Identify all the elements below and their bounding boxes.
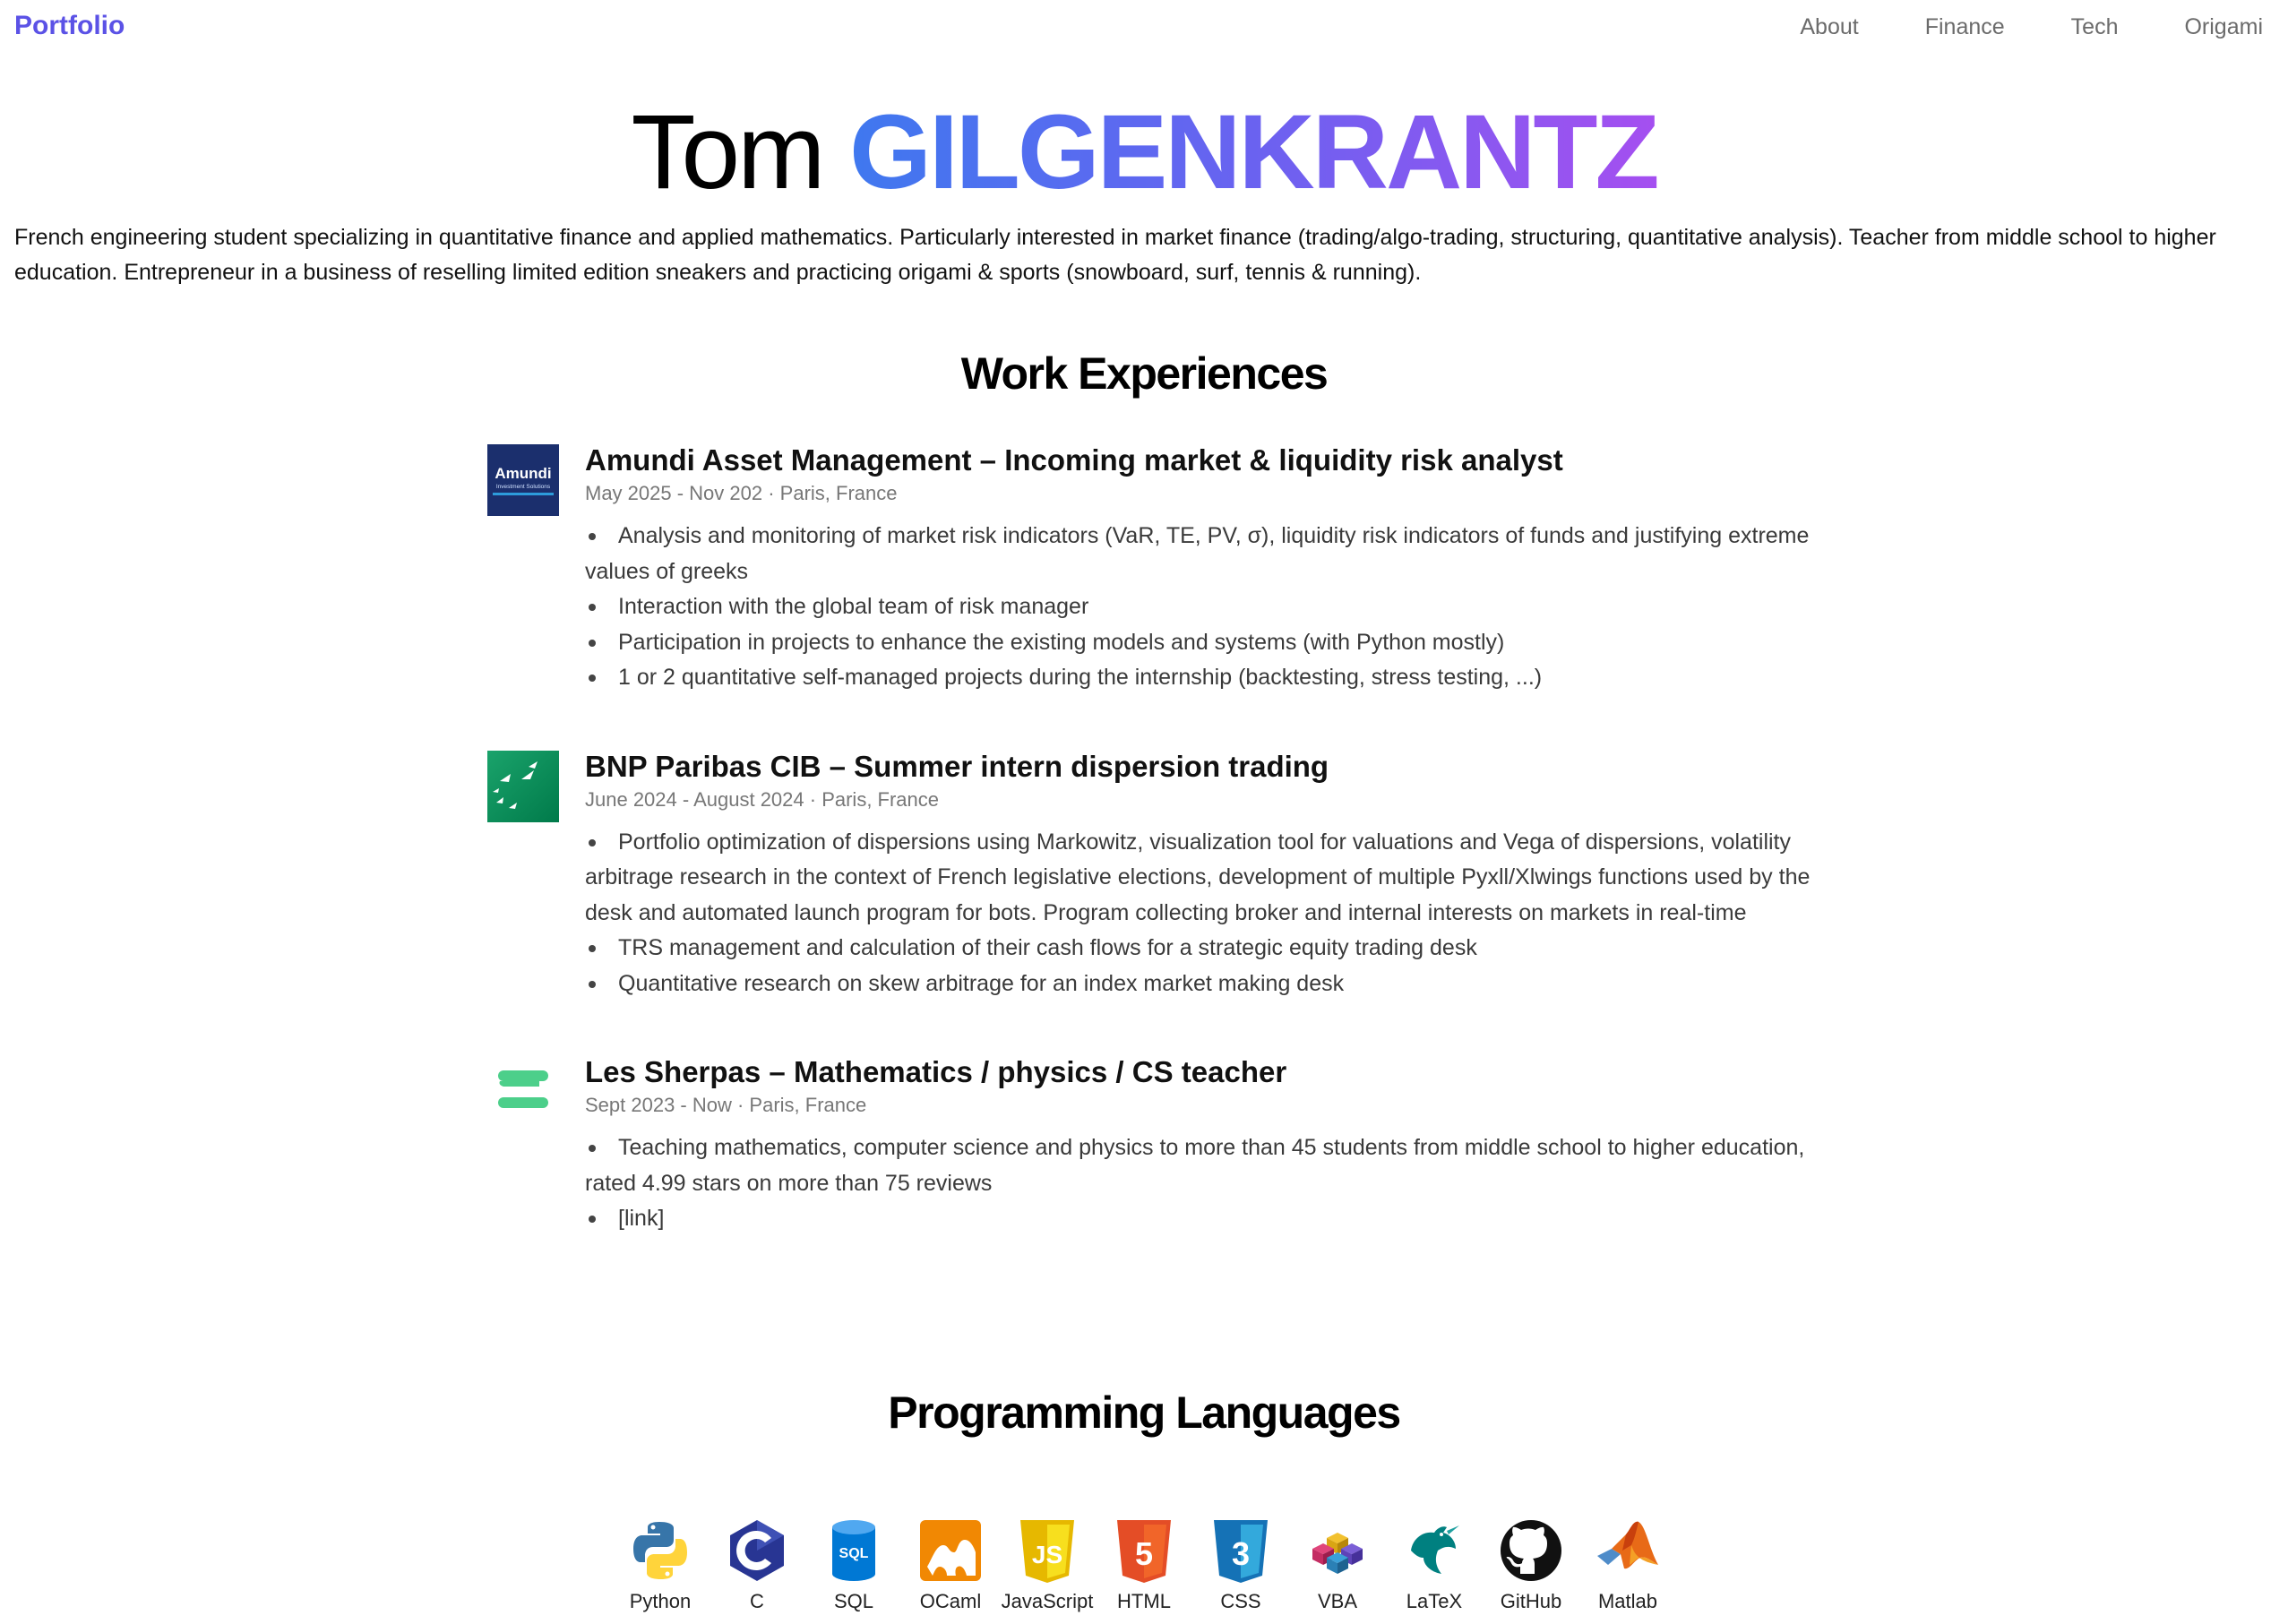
- experience-meta: Sept 2023 - Now · Paris, France: [585, 1094, 867, 1116]
- javascript-icon: JS: [1020, 1520, 1074, 1583]
- sherpas-link[interactable]: [link]: [618, 1206, 664, 1231]
- experience-item: Amundi Investment Solutions Amundi Asset…: [487, 441, 1813, 696]
- language-name: GitHub: [1500, 1590, 1562, 1612]
- languages-list: Python C SQL SQL OCaml JS JavaScript 5 H…: [0, 1517, 2288, 1613]
- language-name: OCaml: [919, 1590, 982, 1612]
- css-icon: 3: [1214, 1520, 1268, 1583]
- experience-bullet: Analysis and monitoring of market risk i…: [585, 519, 1813, 589]
- bnp-paribas-logo: [487, 750, 559, 822]
- amundi-logo: Amundi Investment Solutions: [487, 444, 559, 516]
- experience-bullet: Portfolio optimization of dispersions us…: [585, 825, 1813, 932]
- svg-text:5: 5: [1135, 1535, 1153, 1572]
- experience-meta: May 2025 - Nov 202 · Paris, France: [585, 482, 898, 504]
- language-name: LaTeX: [1406, 1590, 1463, 1612]
- experience-title: Amundi Asset Management – Incoming marke…: [585, 443, 1563, 477]
- nav-link-about[interactable]: About: [1800, 14, 1858, 40]
- language-name: SQL: [833, 1590, 874, 1612]
- experience-bullet: Teaching mathematics, computer science a…: [585, 1130, 1813, 1201]
- language-item: LaTeX: [1386, 1517, 1483, 1613]
- language-item: SQL SQL: [805, 1517, 902, 1613]
- nav-link-finance[interactable]: Finance: [1925, 14, 2005, 40]
- work-experience-list: Amundi Investment Solutions Amundi Asset…: [487, 441, 1813, 1237]
- experience-item: BNP Paribas CIB – Summer intern dispersi…: [487, 747, 1813, 1002]
- experience-bullets: Teaching mathematics, computer science a…: [585, 1130, 1813, 1237]
- language-item: C: [709, 1517, 805, 1613]
- language-item: Python: [612, 1517, 709, 1613]
- language-item: 3 CSS: [1192, 1517, 1289, 1613]
- c-icon: [730, 1520, 784, 1581]
- svg-text:3: 3: [1232, 1535, 1250, 1572]
- experience-bullet: Participation in projects to enhance the…: [585, 625, 1813, 661]
- experience-bullet: Quantitative research on skew arbitrage …: [585, 967, 1813, 1002]
- language-name: HTML: [1117, 1590, 1171, 1612]
- experience-bullet: [link]: [585, 1201, 1813, 1237]
- ocaml-icon: [920, 1520, 981, 1581]
- language-item: 5 HTML: [1096, 1517, 1192, 1613]
- language-item: Matlab: [1579, 1517, 1676, 1613]
- language-name: Python: [629, 1590, 692, 1612]
- brand-link[interactable]: Portfolio: [14, 11, 125, 41]
- language-name: Matlab: [1597, 1590, 1658, 1612]
- experience-item: Les Sherpas – Mathematics / physics / CS…: [487, 1053, 1813, 1237]
- python-icon: [633, 1522, 687, 1579]
- language-name: CSS: [1220, 1590, 1261, 1612]
- hero-name: Tom GILGENKRANTZ: [0, 94, 2288, 211]
- sql-icon: SQL: [832, 1520, 875, 1581]
- language-name: VBA: [1317, 1590, 1358, 1612]
- intro-text: French engineering student specializing …: [14, 225, 2216, 285]
- vba-icon: [1312, 1533, 1363, 1574]
- github-icon: [1501, 1520, 1561, 1581]
- nav-link-origami[interactable]: Origami: [2184, 14, 2263, 40]
- experience-bullets: Analysis and monitoring of market risk i…: [585, 519, 1813, 696]
- hero-first-name: Tom: [631, 93, 825, 211]
- les-sherpas-logo: [498, 1070, 548, 1108]
- work-section-title: Work Experiences: [960, 348, 1329, 399]
- svg-text:JS: JS: [1032, 1541, 1062, 1568]
- experience-bullet: 1 or 2 quantitative self-managed project…: [585, 660, 1813, 696]
- experience-bullet: Interaction with the global team of risk…: [585, 589, 1813, 625]
- language-name: C: [750, 1590, 764, 1612]
- language-item: OCaml: [902, 1517, 999, 1613]
- hero-last-name: GILGENKRANTZ: [849, 93, 1659, 211]
- language-item: VBA: [1289, 1517, 1386, 1613]
- language-item: JS JavaScript: [999, 1517, 1096, 1613]
- matlab-icon: [1597, 1521, 1658, 1569]
- experience-meta: June 2024 - August 2024 · Paris, France: [585, 787, 940, 811]
- nav-links: About Finance Tech Origami: [1800, 14, 2263, 40]
- language-item: GitHub: [1483, 1517, 1579, 1613]
- experience-bullet: TRS management and calculation of their …: [585, 931, 1813, 967]
- language-name: JavaScript: [1001, 1590, 1094, 1612]
- amundi-logo-text: Amundi: [495, 465, 551, 482]
- latex-icon: [1411, 1525, 1459, 1574]
- nav-link-tech[interactable]: Tech: [2071, 14, 2119, 40]
- html-icon: 5: [1117, 1520, 1171, 1583]
- languages-section-title: Programming Languages: [888, 1388, 1401, 1438]
- amundi-logo-subtext: Investment Solutions: [496, 484, 551, 490]
- svg-text:SQL: SQL: [839, 1546, 869, 1561]
- top-navbar: Portfolio About Finance Tech Origami: [0, 0, 2288, 59]
- experience-bullets: Portfolio optimization of dispersions us…: [585, 825, 1813, 1002]
- experience-title: BNP Paribas CIB – Summer intern dispersi…: [585, 749, 1329, 783]
- experience-title: Les Sherpas – Mathematics / physics / CS…: [585, 1055, 1287, 1088]
